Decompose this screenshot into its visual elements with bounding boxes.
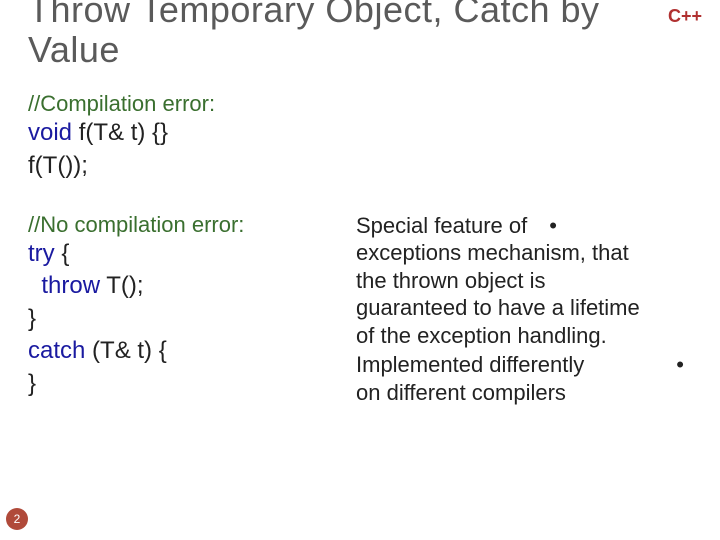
- keyword-throw: throw: [41, 272, 100, 299]
- code-line: catch (T& t) {: [28, 335, 328, 367]
- keyword-try: try: [28, 240, 55, 267]
- slide: Throw Temporary Object, Catch by Value C…: [0, 0, 720, 540]
- code-text: {: [55, 240, 70, 267]
- keyword-catch: catch: [28, 337, 85, 364]
- keyword-void: void: [28, 119, 72, 146]
- title-row: Throw Temporary Object, Catch by Value C…: [0, 0, 720, 69]
- code-line: f(T());: [28, 150, 702, 182]
- code-text: (T& t) {: [85, 337, 166, 364]
- comment-no-compilation-error: //No compilation error:: [28, 212, 328, 238]
- bullet-rest: on different compilers: [356, 380, 566, 405]
- bullet-item: Special feature of • exceptions mechanis…: [356, 212, 692, 350]
- code-line: void f(T& t) {}: [28, 117, 702, 149]
- code-text: T();: [100, 272, 144, 299]
- code-line: }: [28, 368, 328, 400]
- bullet-lead: Special feature of: [356, 213, 527, 238]
- bullet-rest: exceptions mechanism, that the thrown ob…: [356, 240, 640, 348]
- bullet-lead: Implemented differently: [356, 352, 584, 377]
- compilation-error-block: //Compilation error: void f(T& t) {} f(T…: [28, 91, 702, 182]
- comment-compilation-error: //Compilation error:: [28, 91, 702, 117]
- slide-body: //Compilation error: void f(T& t) {} f(T…: [0, 69, 720, 406]
- bullet-dot-icon: •: [676, 351, 684, 379]
- bullet-item: Implemented differently • on different c…: [356, 351, 692, 406]
- code-line: throw T();: [28, 270, 328, 302]
- two-column: //No compilation error: try { throw T();…: [28, 212, 702, 407]
- slide-title: Throw Temporary Object, Catch by Value: [28, 0, 668, 69]
- code-text: f(T& t) {}: [72, 119, 168, 146]
- slide-number-badge: 2: [6, 508, 28, 530]
- code-line: }: [28, 303, 328, 335]
- bullet-dot-icon: •: [549, 212, 557, 240]
- cpp-badge: C++: [668, 6, 702, 27]
- code-line: try {: [28, 238, 328, 270]
- no-compilation-error-block: //No compilation error: try { throw T();…: [28, 212, 328, 407]
- bullet-column: Special feature of • exceptions mechanis…: [356, 212, 702, 407]
